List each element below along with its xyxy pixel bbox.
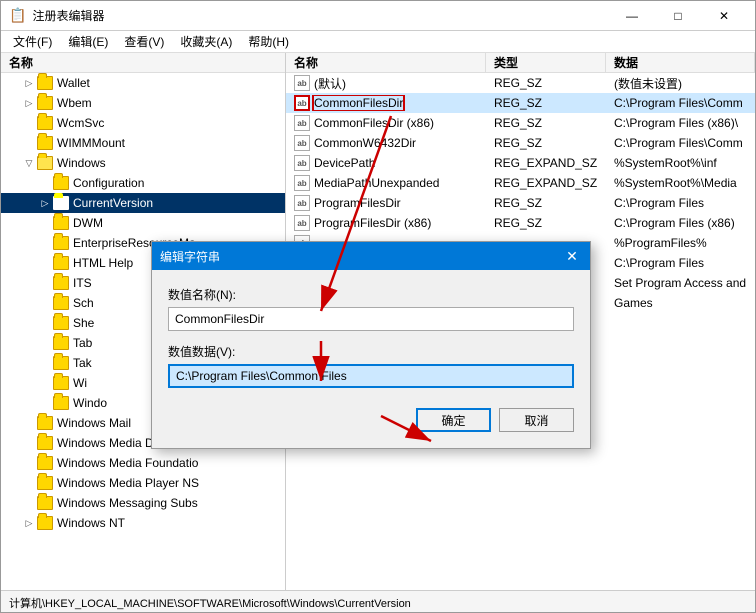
dialog-title-text: 编辑字符串	[160, 248, 220, 265]
dialog-cancel-button[interactable]: 取消	[499, 408, 574, 432]
dialog-data-label: 数值数据(V):	[168, 343, 574, 360]
dialog-overlay: 编辑字符串 ✕ 数值名称(N): 数值数据(V): 确定 取消	[1, 1, 755, 612]
dialog-body: 数值名称(N): 数值数据(V): 确定 取消	[152, 270, 590, 448]
dialog-name-label: 数值名称(N):	[168, 286, 574, 303]
dialog-title-bar: 编辑字符串 ✕	[152, 242, 590, 270]
dialog-close-button[interactable]: ✕	[562, 246, 582, 266]
app-window: 📋 注册表编辑器 — □ ✕ 文件(F) 编辑(E) 查看(V) 收藏夹(A) …	[0, 0, 756, 613]
dialog-buttons: 确定 取消	[168, 408, 574, 432]
dialog-name-input[interactable]	[168, 307, 574, 331]
edit-string-dialog: 编辑字符串 ✕ 数值名称(N): 数值数据(V): 确定 取消	[151, 241, 591, 449]
dialog-data-input[interactable]	[168, 364, 574, 388]
dialog-ok-button[interactable]: 确定	[416, 408, 491, 432]
